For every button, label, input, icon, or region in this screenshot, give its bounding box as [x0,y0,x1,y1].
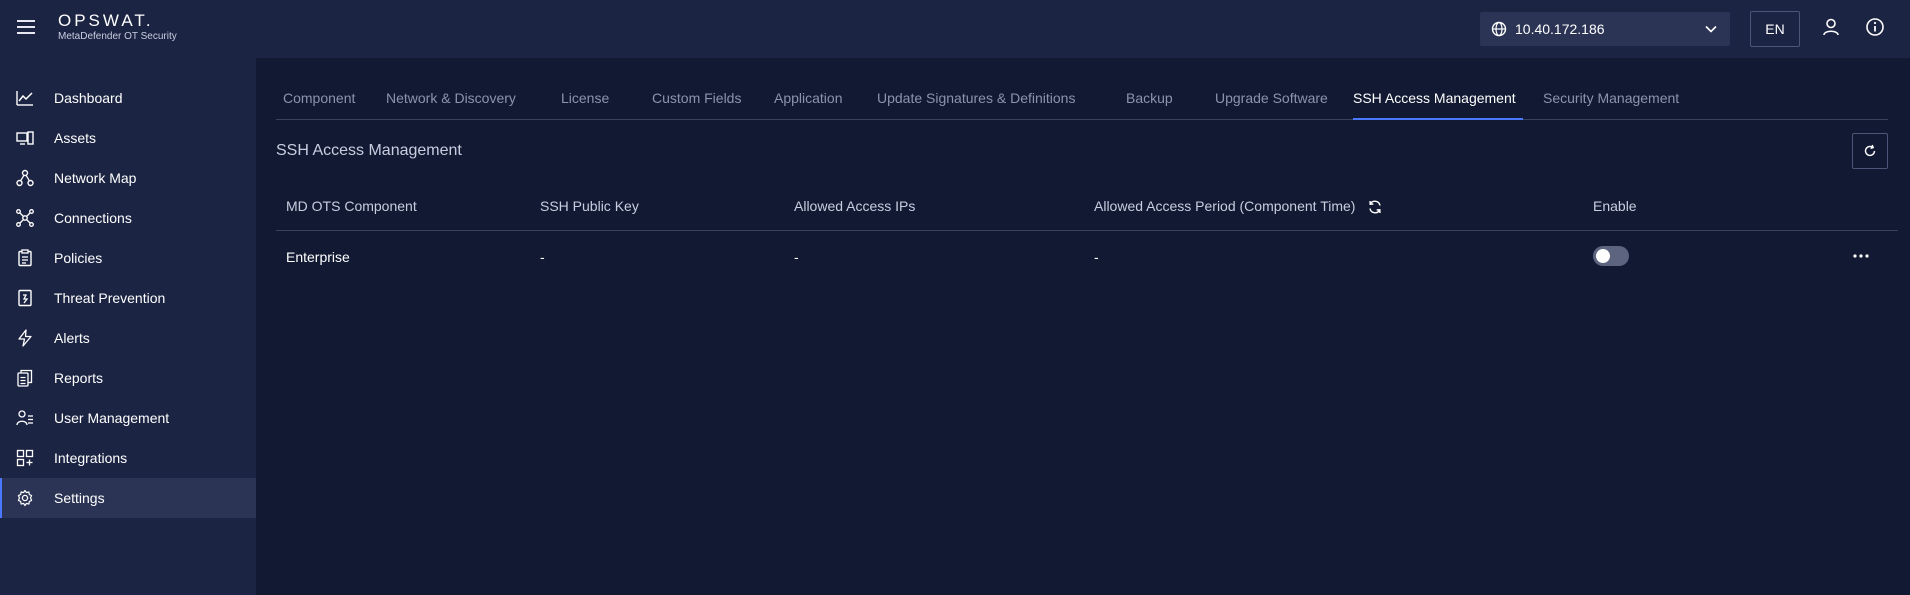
sidebar-item-label: Integrations [54,450,128,466]
sync-icon[interactable] [1367,199,1383,215]
tab-update-signatures[interactable]: Update Signatures & Definitions [877,90,1075,106]
hamburger-menu-icon[interactable] [17,20,35,36]
sidebar-item-settings[interactable]: Settings [0,478,256,518]
sidebar-item-label: Threat Prevention [54,290,166,306]
sidebar-item-user-management[interactable]: User Management [0,398,256,438]
sidebar-item-label: Assets [54,130,97,146]
lightning-icon [18,329,32,347]
settings-tabs: Component Network & Discovery License Cu… [276,78,1888,120]
tab-upgrade-software[interactable]: Upgrade Software [1215,90,1328,106]
sidebar: Dashboard Assets Network Map Connections… [0,58,256,595]
active-tab-indicator [1353,118,1523,120]
ip-selector[interactable]: 10.40.172.186 [1480,12,1730,46]
column-header-enable: Enable [1593,198,1637,214]
tab-network-discovery[interactable]: Network & Discovery [386,90,516,106]
column-header-allowed-period: Allowed Access Period (Component Time) [1094,198,1356,214]
reports-icon [17,369,33,387]
page-title: SSH Access Management [276,142,462,159]
sidebar-item-label: Settings [54,490,105,506]
tab-component[interactable]: Component [283,90,355,106]
logo-subtitle: MetaDefender OT Security [58,31,177,42]
cell-component: Enterprise [286,249,350,265]
user-management-icon [16,410,33,426]
tab-backup[interactable]: Backup [1126,90,1173,106]
chevron-down-icon [1705,25,1717,33]
top-bar: OPSWAT. MetaDefender OT Security 10.40.1… [0,0,1910,58]
logo-wordmark: OPSWAT. [58,11,154,30]
sidebar-item-dashboard[interactable]: Dashboard [0,78,256,118]
connections-icon [16,209,34,227]
cell-allowed-ips: - [794,249,799,265]
tab-security-management[interactable]: Security Management [1543,90,1679,106]
sidebar-item-assets[interactable]: Assets [0,118,256,158]
refresh-icon [1864,144,1876,157]
enable-toggle[interactable] [1593,246,1629,266]
sidebar-item-label: Alerts [54,330,90,346]
more-options-icon[interactable] [1852,248,1870,264]
network-map-icon [16,169,34,187]
sidebar-item-reports[interactable]: Reports [0,358,256,398]
gear-icon [17,489,33,507]
info-icon[interactable] [1865,17,1885,37]
user-icon[interactable] [1821,17,1841,37]
column-header-component: MD OTS Component [286,198,417,214]
sidebar-item-network-map[interactable]: Network Map [0,158,256,198]
column-header-ssh-key: SSH Public Key [540,198,639,214]
sidebar-item-policies[interactable]: Policies [0,238,256,278]
sidebar-item-label: Reports [54,370,104,386]
tab-ssh-access-management[interactable]: SSH Access Management [1353,90,1516,106]
sidebar-item-label: Dashboard [54,90,123,106]
sidebar-item-threat-prevention[interactable]: Threat Prevention [0,278,256,318]
sidebar-item-connections[interactable]: Connections [0,198,256,238]
refresh-button[interactable] [1852,133,1888,169]
globe-icon [1491,21,1507,37]
clipboard-icon [18,249,32,267]
tab-license[interactable]: License [561,90,609,106]
table-divider [276,230,1898,231]
cell-ssh-key: - [540,249,545,265]
logo: OPSWAT. MetaDefender OT Security [58,12,177,43]
sidebar-item-label: Connections [54,210,132,226]
assets-icon [16,131,34,145]
tab-application[interactable]: Application [774,90,843,106]
sidebar-item-label: Policies [54,250,103,266]
cell-allowed-period: - [1094,249,1099,265]
tab-custom-fields[interactable]: Custom Fields [652,90,741,106]
sidebar-item-alerts[interactable]: Alerts [0,318,256,358]
ip-selector-value: 10.40.172.186 [1515,21,1605,37]
integrations-icon [16,449,34,467]
language-button[interactable]: EN [1750,11,1800,47]
sidebar-item-label: Network Map [54,170,137,186]
sidebar-item-label: User Management [54,410,170,426]
chart-line-icon [16,91,33,106]
threat-prevention-icon [18,289,32,307]
toggle-knob [1596,249,1610,263]
sidebar-item-integrations[interactable]: Integrations [0,438,256,478]
column-header-allowed-ips: Allowed Access IPs [794,198,916,214]
